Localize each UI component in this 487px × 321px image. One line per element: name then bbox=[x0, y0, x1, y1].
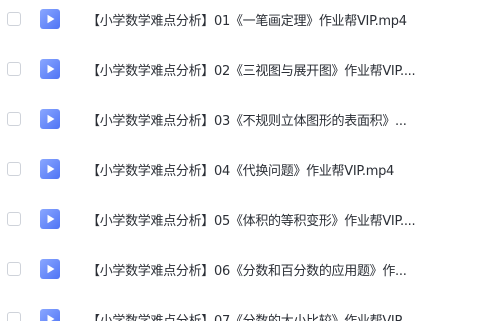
video-file-icon bbox=[39, 208, 61, 230]
file-row[interactable]: 【小学数学难点分析】03《不规则立体图形的表面积》... bbox=[0, 102, 487, 136]
video-file-icon bbox=[39, 308, 61, 321]
file-row[interactable]: 【小学数学难点分析】01《一笔画定理》作业帮VIP.mp4 bbox=[0, 2, 487, 36]
file-name[interactable]: 【小学数学难点分析】03《不规则立体图形的表面积》... bbox=[87, 110, 473, 129]
file-name[interactable]: 【小学数学难点分析】05《体积的等积变形》作业帮VIP.... bbox=[87, 210, 473, 229]
select-checkbox[interactable] bbox=[7, 212, 21, 226]
file-name[interactable]: 【小学数学难点分析】02《三视图与展开图》作业帮VIP.... bbox=[87, 60, 473, 79]
file-row[interactable]: 【小学数学难点分析】02《三视图与展开图》作业帮VIP.... bbox=[0, 52, 487, 86]
video-file-icon bbox=[39, 158, 61, 180]
file-row[interactable]: 【小学数学难点分析】07《分数的大小比较》作业帮VIP... bbox=[0, 302, 487, 321]
select-checkbox[interactable] bbox=[7, 112, 21, 126]
video-file-icon bbox=[39, 8, 61, 30]
file-row[interactable]: 【小学数学难点分析】04《代换问题》作业帮VIP.mp4 bbox=[0, 152, 487, 186]
file-name[interactable]: 【小学数学难点分析】01《一笔画定理》作业帮VIP.mp4 bbox=[87, 10, 473, 29]
file-name[interactable]: 【小学数学难点分析】04《代换问题》作业帮VIP.mp4 bbox=[87, 160, 473, 179]
select-checkbox[interactable] bbox=[7, 312, 21, 321]
video-file-icon bbox=[39, 58, 61, 80]
select-checkbox[interactable] bbox=[7, 262, 21, 276]
video-file-icon bbox=[39, 258, 61, 280]
file-row[interactable]: 【小学数学难点分析】06《分数和百分数的应用题》作... bbox=[0, 252, 487, 286]
select-checkbox[interactable] bbox=[7, 12, 21, 26]
file-name[interactable]: 【小学数学难点分析】06《分数和百分数的应用题》作... bbox=[87, 260, 473, 279]
file-row[interactable]: 【小学数学难点分析】05《体积的等积变形》作业帮VIP.... bbox=[0, 202, 487, 236]
file-list: 【小学数学难点分析】01《一笔画定理》作业帮VIP.mp4 【小学数学难点分析】… bbox=[0, 0, 487, 321]
video-file-icon bbox=[39, 108, 61, 130]
select-checkbox[interactable] bbox=[7, 62, 21, 76]
file-name[interactable]: 【小学数学难点分析】07《分数的大小比较》作业帮VIP... bbox=[87, 310, 473, 321]
select-checkbox[interactable] bbox=[7, 162, 21, 176]
